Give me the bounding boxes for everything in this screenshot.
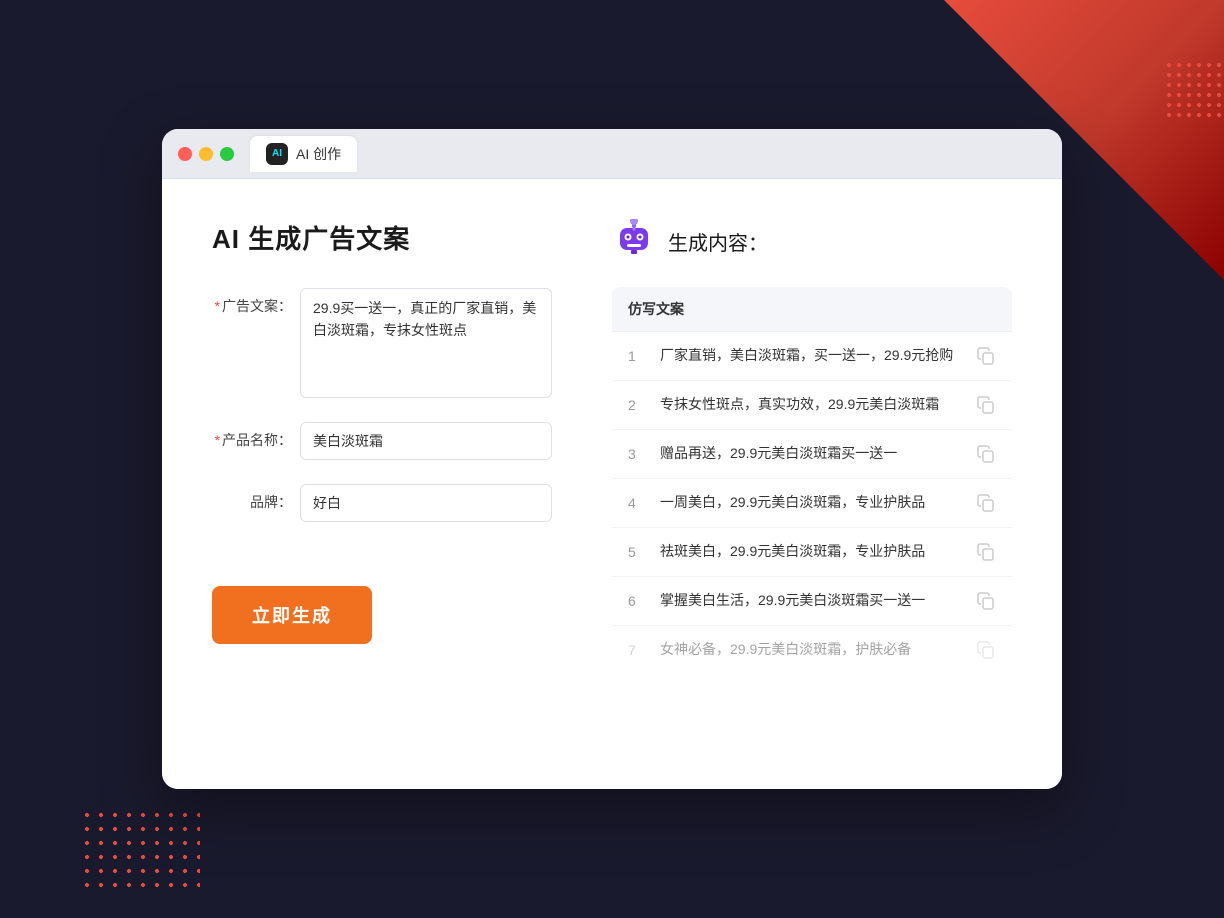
- product-name-label: *产品名称：: [212, 422, 292, 450]
- table-row: 7 女神必备，29.9元美白淡斑霜，护肤必备: [612, 626, 1012, 674]
- row-text: 女神必备，29.9元美白淡斑霜，护肤必备: [660, 640, 964, 660]
- results-table: 仿写文案 1 厂家直销，美白淡斑霜，买一送一，29.9元抢购 2 专抹女性斑点，…: [612, 287, 1012, 674]
- bg-dots-top: [1164, 60, 1224, 120]
- main-content: AI 生成广告文案 *广告文案： *产品名称： 品牌： 立: [162, 179, 1062, 789]
- table-row: 3 赠品再送，29.9元美白淡斑霜买一送一: [612, 430, 1012, 479]
- row-number: 6: [628, 593, 648, 609]
- left-panel: AI 生成广告文案 *广告文案： *产品名称： 品牌： 立: [212, 219, 552, 749]
- result-title: 生成内容：: [668, 227, 768, 256]
- row-number: 4: [628, 495, 648, 511]
- tab-title: AI 创作: [296, 144, 341, 164]
- ad-copy-input[interactable]: [300, 288, 552, 398]
- table-row: 6 掌握美白生活，29.9元美白淡斑霜买一送一: [612, 577, 1012, 626]
- browser-window: AI AI 创作 AI 生成广告文案 *广告文案： *产品名称：: [162, 129, 1062, 789]
- row-text: 祛斑美白，29.9元美白淡斑霜，专业护肤品: [660, 542, 964, 562]
- robot-icon: [612, 219, 656, 263]
- title-bar: AI AI 创作: [162, 129, 1062, 179]
- table-row: 1 厂家直销，美白淡斑霜，买一送一，29.9元抢购: [612, 332, 1012, 381]
- row-number: 7: [628, 642, 648, 658]
- result-header: 生成内容：: [612, 219, 1012, 263]
- brand-label: 品牌：: [212, 484, 292, 512]
- ad-copy-required: *: [215, 298, 220, 314]
- row-text: 赠品再送，29.9元美白淡斑霜买一送一: [660, 444, 964, 464]
- table-row: 4 一周美白，29.9元美白淡斑霜，专业护肤品: [612, 479, 1012, 528]
- right-panel: 生成内容： 仿写文案 1 厂家直销，美白淡斑霜，买一送一，29.9元抢购 2 专…: [612, 219, 1012, 749]
- copy-icon[interactable]: [976, 395, 996, 415]
- copy-icon[interactable]: [976, 591, 996, 611]
- table-row: 5 祛斑美白，29.9元美白淡斑霜，专业护肤品: [612, 528, 1012, 577]
- brand-group: 品牌：: [212, 484, 552, 522]
- table-row: 2 专抹女性斑点，真实功效，29.9元美白淡斑霜: [612, 381, 1012, 430]
- maximize-button[interactable]: [220, 147, 234, 161]
- row-text: 一周美白，29.9元美白淡斑霜，专业护肤品: [660, 493, 964, 513]
- minimize-button[interactable]: [199, 147, 213, 161]
- copy-icon[interactable]: [976, 346, 996, 366]
- row-number: 1: [628, 348, 648, 364]
- copy-icon[interactable]: [976, 640, 996, 660]
- results-header: 仿写文案: [612, 287, 1012, 332]
- bg-dots-bottom: [80, 808, 200, 888]
- row-number: 2: [628, 397, 648, 413]
- product-name-input[interactable]: [300, 422, 552, 460]
- generate-button[interactable]: 立即生成: [212, 586, 372, 644]
- brand-input[interactable]: [300, 484, 552, 522]
- browser-tab[interactable]: AI AI 创作: [250, 136, 357, 172]
- ad-copy-group: *广告文案：: [212, 288, 552, 398]
- close-button[interactable]: [178, 147, 192, 161]
- copy-icon[interactable]: [976, 542, 996, 562]
- row-number: 5: [628, 544, 648, 560]
- product-name-group: *产品名称：: [212, 422, 552, 460]
- row-text: 专抹女性斑点，真实功效，29.9元美白淡斑霜: [660, 395, 964, 415]
- row-text: 厂家直销，美白淡斑霜，买一送一，29.9元抢购: [660, 346, 964, 366]
- tab-icon: AI: [266, 143, 288, 165]
- product-required: *: [215, 432, 220, 448]
- row-number: 3: [628, 446, 648, 462]
- window-controls: [178, 147, 234, 161]
- copy-icon[interactable]: [976, 444, 996, 464]
- ad-copy-label: *广告文案：: [212, 288, 292, 316]
- copy-icon[interactable]: [976, 493, 996, 513]
- row-text: 掌握美白生活，29.9元美白淡斑霜买一送一: [660, 591, 964, 611]
- results-list: 1 厂家直销，美白淡斑霜，买一送一，29.9元抢购 2 专抹女性斑点，真实功效，…: [612, 332, 1012, 674]
- page-title: AI 生成广告文案: [212, 219, 552, 256]
